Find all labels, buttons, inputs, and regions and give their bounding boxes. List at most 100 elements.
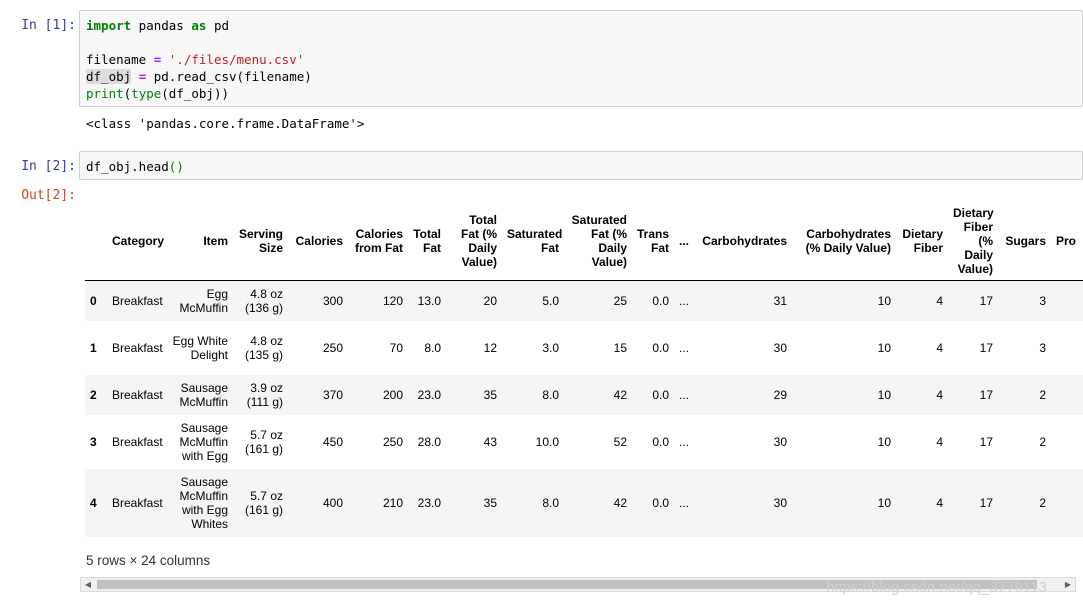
table-cell: 5.0: [542, 293, 559, 308]
table-cell: 17: [979, 340, 993, 355]
table-cell: 370: [322, 387, 343, 402]
table-cell: 17: [979, 434, 993, 449]
table-cell: 4: [936, 293, 943, 308]
table-cell: 400: [322, 495, 343, 510]
code-editor-1[interactable]: import pandas as pd filename = './files/…: [80, 11, 1082, 108]
kw-import: import: [86, 18, 132, 33]
table-cell: 20: [483, 293, 497, 308]
column-header: Category: [112, 234, 165, 248]
code-editor-2[interactable]: df_obj.head(): [80, 152, 1082, 181]
column-header: Saturated Fat: [507, 227, 563, 255]
table-cell: 10: [877, 434, 891, 449]
column-header: Calories: [295, 234, 343, 248]
table-cell: 3.9 oz (111 g): [246, 380, 283, 409]
table-cell: Breakfast: [112, 340, 163, 355]
module-name: pandas: [131, 18, 192, 33]
column-header: Trans Fat: [637, 227, 670, 255]
column-header: Serving Size: [238, 227, 283, 255]
table-cell: Sausage McMuffin with Egg Whites: [179, 474, 228, 531]
column-header: Sugars: [1005, 234, 1046, 248]
table-cell: 8.0: [542, 387, 559, 402]
table-cell: 4: [936, 387, 943, 402]
table-cell: 0.0: [652, 340, 669, 355]
column-header: Pro: [1056, 234, 1077, 248]
row-index: 1: [90, 340, 97, 355]
table-cell: 3.0: [542, 340, 559, 355]
column-header: Calories from Fat: [355, 227, 403, 255]
table-cell: 10: [877, 293, 891, 308]
table-cell: 4: [936, 340, 943, 355]
table-cell: Egg McMuffin: [179, 286, 228, 315]
table-cell: 210: [382, 495, 403, 510]
table-cell: 120: [382, 293, 403, 308]
row-index: 2: [90, 387, 97, 402]
table-cell: 29: [773, 387, 787, 402]
table-cell: ...: [679, 434, 690, 449]
column-header: Total Fat: [413, 227, 441, 255]
table-cell: Sausage McMuffin: [179, 380, 228, 409]
table-cell: 450: [322, 434, 343, 449]
table-cell: 10.0: [535, 434, 559, 449]
table-cell: 250: [322, 340, 343, 355]
table-cell: 31: [773, 293, 787, 308]
type-args: (df_obj)): [161, 86, 230, 101]
table-cell: 4: [936, 434, 943, 449]
table-cell: 0.0: [652, 293, 669, 308]
table-cell: 13.0: [417, 293, 441, 308]
table-cell: 5.7 oz (161 g): [244, 427, 283, 456]
input-prompt-1: In [1]:: [21, 18, 76, 33]
table-cell: 42: [613, 495, 627, 510]
table-cell: 2: [1039, 495, 1046, 510]
dataframe-shape-footer: 5 rows × 24 columns: [86, 553, 211, 568]
table-row: 0 Breakfast Egg McMuffin 4.8 oz (136 g) 300 1…: [85, 280, 1083, 321]
column-header: Saturated Fat (% Daily Value): [571, 213, 627, 269]
column-header: Dietary Fiber: [902, 227, 943, 255]
table-cell: ...: [679, 340, 690, 355]
head-call: df_obj.head: [86, 159, 169, 174]
table-cell: ...: [679, 495, 690, 510]
df-obj-var-highlighted: df_obj: [86, 69, 132, 84]
table-cell: 25: [613, 293, 627, 308]
code-cell-1[interactable]: import pandas as pd filename = './files/…: [79, 10, 1083, 107]
table-cell: 42: [613, 387, 627, 402]
input-prompt-2: In [2]:: [21, 159, 76, 174]
column-header: ...: [679, 234, 690, 248]
table-cell: ...: [679, 387, 690, 402]
table-cell: 0.0: [652, 434, 669, 449]
filename-var: filename: [86, 52, 154, 67]
row-index: 3: [90, 434, 97, 449]
table-cell: 17: [979, 495, 993, 510]
print-builtin: print: [86, 86, 124, 101]
table-cell: 0.0: [652, 387, 669, 402]
dataframe-output[interactable]: Category Item Serving Size Calories Calories…: [85, 202, 1083, 538]
table-cell: 3: [1039, 340, 1046, 355]
filename-string: './files/menu.csv': [168, 52, 305, 67]
table-cell: [1051, 321, 1083, 375]
table-cell: Breakfast: [112, 434, 163, 449]
table-cell: 30: [773, 434, 787, 449]
table-cell: [1051, 375, 1083, 415]
table-cell: 8.0: [542, 495, 559, 510]
table-cell: 300: [322, 293, 343, 308]
table-cell: 2: [1039, 434, 1046, 449]
table-cell: 23.0: [417, 387, 441, 402]
table-cell: 70: [389, 340, 403, 355]
code-cell-2[interactable]: df_obj.head(): [79, 151, 1083, 180]
table-cell: 4.8 oz (136 g): [244, 286, 283, 315]
column-header: Carbohydrates: [702, 234, 787, 248]
table-cell: 0.0: [652, 495, 669, 510]
table-cell: 10: [877, 387, 891, 402]
table-cell: 43: [483, 434, 497, 449]
watermark: https://blog.csdn.net/qq_3779113: [826, 579, 1047, 596]
scroll-left-icon[interactable]: ◀: [81, 578, 95, 591]
table-cell: 4: [936, 495, 943, 510]
table-row: 3 Breakfast Sausage McMuffin with Egg 5.7 o…: [85, 414, 1083, 469]
scroll-right-icon[interactable]: ▶: [1061, 578, 1075, 591]
table-cell: 28.0: [417, 434, 441, 449]
table-cell: 8.0: [424, 340, 441, 355]
table-cell: [1051, 415, 1083, 469]
row-index: 4: [90, 495, 97, 510]
table-cell: 23.0: [417, 495, 441, 510]
table-cell: 30: [773, 340, 787, 355]
